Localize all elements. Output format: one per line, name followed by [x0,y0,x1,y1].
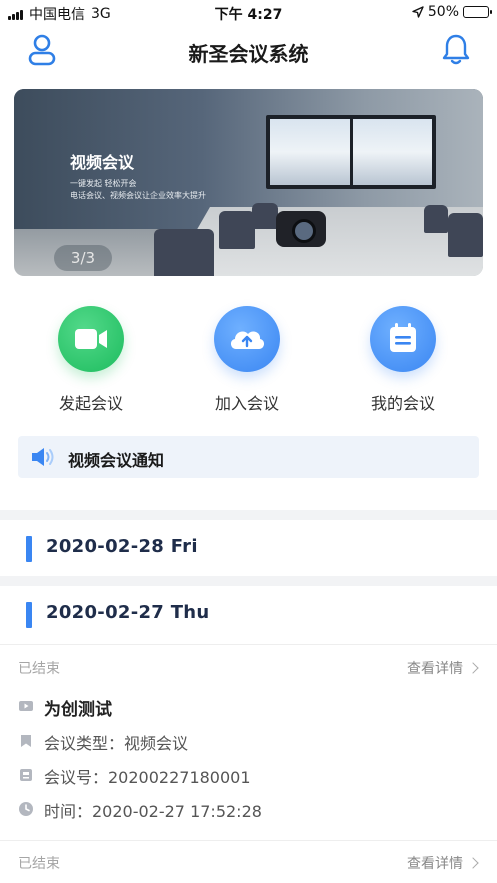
join-meeting-label: 加入会议 [214,394,279,413]
banner-chair [252,203,278,229]
promo-banner[interactable]: 视频会议 一键发起 轻松开会 电话会议、视频会议让企业效率大提升 3/3 [14,89,483,276]
meeting-type: 会议类型：视频会议 [44,734,189,753]
banner-chair [219,211,255,249]
video-camera-icon [75,329,107,349]
view-details-label: 查看详情 [407,856,463,872]
banner-screen [266,115,436,189]
notice-bar[interactable]: 视频会议通知 [18,436,479,478]
my-meetings-button[interactable]: 我的会议 [343,306,463,414]
banner-pager: 3/3 [54,245,112,271]
view-details-link[interactable]: 查看详情 [407,853,479,873]
start-meeting-circle [58,306,124,372]
view-details-label: 查看详情 [407,661,463,677]
date-header: 2020-02-28 Fri [0,520,497,576]
bookmark-icon [21,735,31,747]
banner-chair [448,213,483,257]
date-header: 2020-02-27 Thu [0,586,497,642]
battery-icon [463,6,492,18]
meeting-status: 已结束 [18,856,60,872]
banner-chair [424,205,448,233]
view-details-link[interactable]: 查看详情 [407,658,479,678]
meeting-number: 会议号：20200227180001 [44,768,251,787]
section-divider [0,576,497,586]
date-accent-bar [26,602,32,628]
my-meetings-circle [370,306,436,372]
nav-bar: 新圣会议系统 [0,24,497,80]
date-label: 2020-02-28 Fri [46,536,198,557]
meeting-time: 时间：2020-02-27 17:52:28 [44,802,262,821]
status-right: 50% [412,4,492,20]
divider [0,840,497,841]
divider [0,644,497,645]
banner-line-2: 电话会议、视频会议让企业效率大提升 [70,191,206,200]
meeting-status: 已结束 [18,661,60,677]
cloud-upload-icon [230,331,265,349]
notice-text: 视频会议通知 [68,451,165,470]
date-accent-bar [26,536,32,562]
start-meeting-button[interactable]: 发起会议 [31,306,151,414]
date-label: 2020-02-27 Thu [46,602,210,623]
chevron-right-icon [467,662,479,674]
status-bar: 中国电信 3G 下午 4:27 50% [0,0,497,24]
speaker-icon [32,448,54,466]
banner-chair [154,229,214,276]
quick-actions: 发起会议 加入会议 我的会议 [0,306,497,416]
bell-icon[interactable] [441,32,471,68]
page-title: 新圣会议系统 [188,42,309,66]
video-icon [19,701,33,711]
join-meeting-button[interactable]: 加入会议 [187,306,307,414]
join-meeting-circle [214,306,280,372]
meeting-name[interactable]: 为创测试 [44,695,112,720]
battery-percent: 50% [427,4,459,20]
location-arrow-icon [412,6,424,18]
chevron-right-icon [467,857,479,869]
conference-camera-image [276,211,326,247]
banner-subtitle: 一键发起 轻松开会 电话会议、视频会议让企业效率大提升 [70,178,206,202]
start-meeting-label: 发起会议 [58,394,123,413]
banner-title: 视频会议 [70,153,135,172]
my-meetings-label: 我的会议 [370,394,435,413]
calendar-icon [390,323,416,352]
clock-icon [19,802,33,816]
banner-line-1: 一键发起 轻松开会 [70,179,137,188]
section-divider [0,510,497,520]
id-card-icon [20,769,32,781]
